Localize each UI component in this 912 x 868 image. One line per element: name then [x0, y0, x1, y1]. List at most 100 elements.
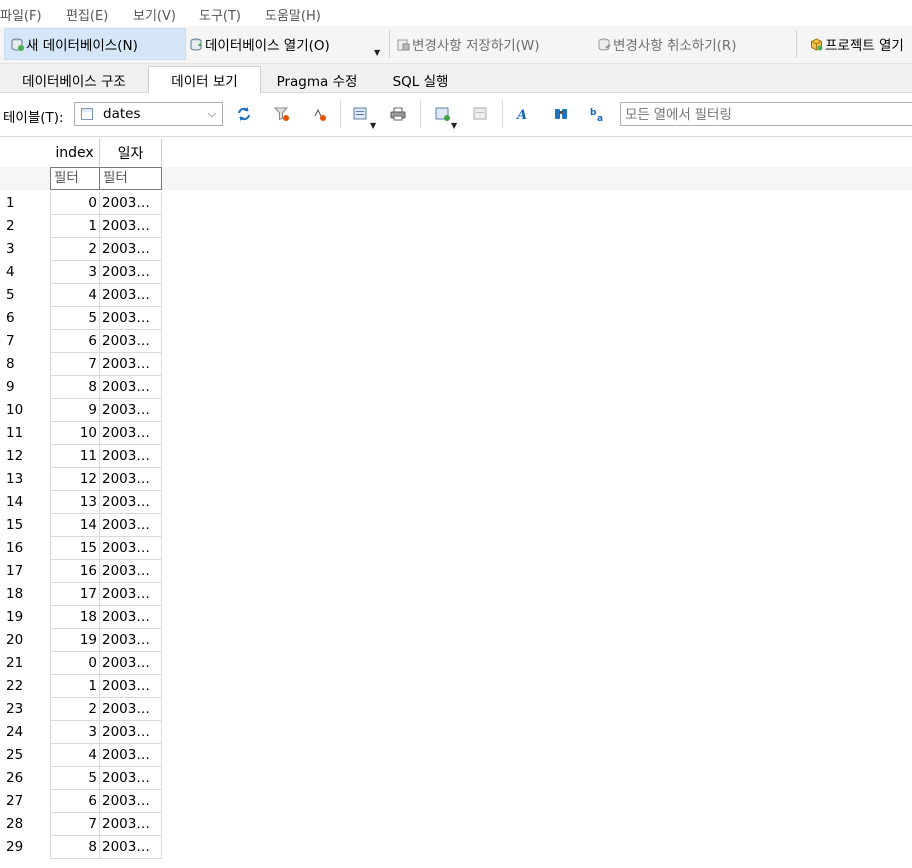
- cell-date[interactable]: 2003…: [100, 698, 162, 721]
- table-row[interactable]: 28 7 2003…: [0, 813, 162, 836]
- menu-file[interactable]: 파일(F): [0, 5, 42, 24]
- table-row[interactable]: 26 5 2003…: [0, 767, 162, 790]
- table-row[interactable]: 17 16 2003…: [0, 560, 162, 583]
- table-row[interactable]: 20 19 2003…: [0, 629, 162, 652]
- cell-date[interactable]: 2003…: [100, 514, 162, 537]
- cell-index[interactable]: 6: [50, 790, 100, 813]
- cell-index[interactable]: 12: [50, 468, 100, 491]
- table-row[interactable]: 6 5 2003…: [0, 307, 162, 330]
- table-row[interactable]: 2 1 2003…: [0, 215, 162, 238]
- row-number[interactable]: 12: [6, 448, 23, 464]
- row-number[interactable]: 18: [6, 586, 23, 602]
- table-row[interactable]: 10 9 2003…: [0, 399, 162, 422]
- cell-index[interactable]: 9: [50, 399, 100, 422]
- row-number[interactable]: 13: [6, 471, 23, 487]
- row-number[interactable]: 20: [6, 632, 23, 648]
- save-results-dropdown-icon[interactable]: ▼: [370, 121, 376, 130]
- table-row[interactable]: 18 17 2003…: [0, 583, 162, 606]
- find-replace-icon[interactable]: ba: [589, 105, 607, 123]
- table-row[interactable]: 21 0 2003…: [0, 652, 162, 675]
- cell-index[interactable]: 4: [50, 284, 100, 307]
- cell-date[interactable]: 2003…: [100, 721, 162, 744]
- cell-date[interactable]: 2003…: [100, 790, 162, 813]
- cell-date[interactable]: 2003…: [100, 767, 162, 790]
- tab-browse-data[interactable]: 데이터 보기: [148, 66, 261, 93]
- clear-sorting-icon[interactable]: [311, 105, 329, 123]
- row-number[interactable]: 5: [6, 287, 15, 303]
- table-row[interactable]: 9 8 2003…: [0, 376, 162, 399]
- table-row[interactable]: 1 0 2003…: [0, 192, 162, 215]
- filter-all-columns-input[interactable]: [620, 102, 912, 126]
- filter-input-index[interactable]: 필터: [50, 167, 100, 190]
- cell-index[interactable]: 11: [50, 445, 100, 468]
- table-row[interactable]: 14 13 2003…: [0, 491, 162, 514]
- cell-index[interactable]: 3: [50, 261, 100, 284]
- cell-date[interactable]: 2003…: [100, 330, 162, 353]
- cell-index[interactable]: 19: [50, 629, 100, 652]
- cell-index[interactable]: 8: [50, 376, 100, 399]
- cell-index[interactable]: 18: [50, 606, 100, 629]
- cell-date[interactable]: 2003…: [100, 422, 162, 445]
- cell-date[interactable]: 2003…: [100, 284, 162, 307]
- insert-record-icon[interactable]: [434, 105, 452, 123]
- row-number[interactable]: 24: [6, 724, 23, 740]
- cell-index[interactable]: 13: [50, 491, 100, 514]
- table-row[interactable]: 7 6 2003…: [0, 330, 162, 353]
- table-row[interactable]: 24 3 2003…: [0, 721, 162, 744]
- save-results-icon[interactable]: [352, 105, 370, 123]
- table-row[interactable]: 5 4 2003…: [0, 284, 162, 307]
- cell-date[interactable]: 2003…: [100, 399, 162, 422]
- row-number[interactable]: 23: [6, 701, 23, 717]
- cell-date[interactable]: 2003…: [100, 491, 162, 514]
- cell-index[interactable]: 8: [50, 836, 100, 859]
- refresh-icon[interactable]: [235, 105, 253, 123]
- menu-help[interactable]: 도움말(H): [265, 5, 321, 24]
- table-row[interactable]: 23 2 2003…: [0, 698, 162, 721]
- revert-changes-button[interactable]: 변경사항 취소하기(R): [598, 28, 737, 60]
- table-row[interactable]: 13 12 2003…: [0, 468, 162, 491]
- cell-index[interactable]: 1: [50, 675, 100, 698]
- filter-input-date[interactable]: 필터: [99, 167, 162, 190]
- column-header-index[interactable]: index: [50, 139, 100, 166]
- cell-date[interactable]: 2003…: [100, 238, 162, 261]
- cell-date[interactable]: 2003…: [100, 652, 162, 675]
- cell-index[interactable]: 6: [50, 330, 100, 353]
- row-number[interactable]: 8: [6, 356, 15, 372]
- open-project-button[interactable]: 프로젝트 열기: [810, 28, 904, 60]
- cell-index[interactable]: 7: [50, 353, 100, 376]
- table-row[interactable]: 12 11 2003…: [0, 445, 162, 468]
- row-number[interactable]: 16: [6, 540, 23, 556]
- row-number[interactable]: 28: [6, 816, 23, 832]
- row-number[interactable]: 1: [6, 195, 15, 211]
- cell-index[interactable]: 1: [50, 215, 100, 238]
- row-number[interactable]: 11: [6, 425, 23, 441]
- cell-index[interactable]: 3: [50, 721, 100, 744]
- table-row[interactable]: 16 15 2003…: [0, 537, 162, 560]
- cell-date[interactable]: 2003…: [100, 215, 162, 238]
- row-number[interactable]: 29: [6, 839, 23, 855]
- row-number[interactable]: 6: [6, 310, 15, 326]
- cell-index[interactable]: 2: [50, 698, 100, 721]
- cell-date[interactable]: 2003…: [100, 192, 162, 215]
- table-row[interactable]: 8 7 2003…: [0, 353, 162, 376]
- insert-record-dropdown-icon[interactable]: ▼: [451, 121, 457, 130]
- cell-date[interactable]: 2003…: [100, 445, 162, 468]
- table-row[interactable]: 27 6 2003…: [0, 790, 162, 813]
- text-format-icon[interactable]: A: [515, 105, 533, 123]
- open-database-dropdown-icon[interactable]: ▼: [374, 48, 380, 57]
- row-number[interactable]: 4: [6, 264, 15, 280]
- cell-index[interactable]: 5: [50, 307, 100, 330]
- row-number[interactable]: 17: [6, 563, 23, 579]
- cell-index[interactable]: 4: [50, 744, 100, 767]
- menu-view[interactable]: 보기(V): [133, 5, 176, 24]
- cell-date[interactable]: 2003…: [100, 606, 162, 629]
- cell-index[interactable]: 17: [50, 583, 100, 606]
- cell-date[interactable]: 2003…: [100, 836, 162, 859]
- table-row[interactable]: 15 14 2003…: [0, 514, 162, 537]
- cell-index[interactable]: 14: [50, 514, 100, 537]
- row-number[interactable]: 25: [6, 747, 23, 763]
- row-number[interactable]: 9: [6, 379, 15, 395]
- clear-filters-icon[interactable]: [273, 105, 291, 123]
- row-number[interactable]: 19: [6, 609, 23, 625]
- cell-date[interactable]: 2003…: [100, 560, 162, 583]
